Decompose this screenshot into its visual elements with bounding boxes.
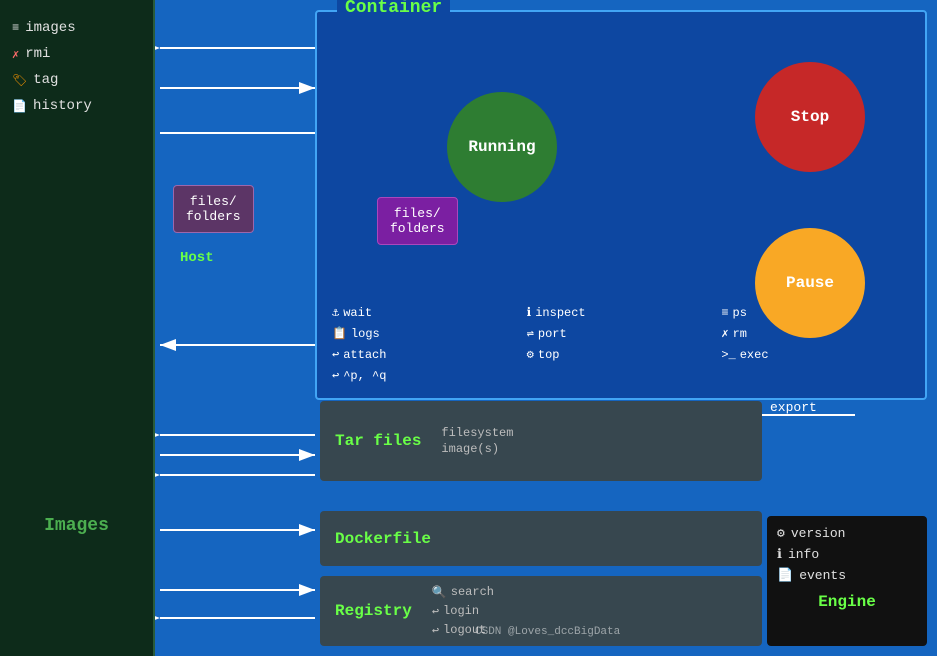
info-circle-icon: ℹ xyxy=(777,547,782,562)
inspect-cmd: ℹ inspect xyxy=(527,305,716,320)
engine-title: Engine xyxy=(777,593,917,611)
info-item: ℹ info xyxy=(777,547,917,562)
images-section-label: Images xyxy=(44,516,109,536)
sidebar-item-rmi[interactable]: ✗ rmi xyxy=(12,46,141,62)
sidebar-item-rmi-label: rmi xyxy=(25,46,50,62)
info-icon: ℹ xyxy=(527,305,532,320)
port-cmd: ⇌ port xyxy=(527,326,716,341)
list-icon2: ≡ xyxy=(721,306,728,320)
container-title: Container xyxy=(337,0,450,18)
login-cmd: ↩ login xyxy=(432,604,494,619)
tag-icon: 🏷 xyxy=(12,73,27,88)
caret-icon: ↩ xyxy=(332,368,339,383)
logs-icon: 📋 xyxy=(332,326,347,341)
x-icon: ✗ xyxy=(12,47,19,62)
ps-cmd: ≡ ps xyxy=(721,305,910,320)
attach-icon: ↩ xyxy=(332,347,339,362)
tar-files-title: Tar files xyxy=(335,432,421,450)
list-icon: ≡ xyxy=(12,21,19,35)
exec-cmd: >_ exec xyxy=(721,347,910,362)
tar-files-section: Tar files filesystem image(s) xyxy=(320,401,762,481)
document-icon: 📄 xyxy=(12,99,27,114)
events-item: 📄 events xyxy=(777,568,917,583)
files-folders-host: files/ folders xyxy=(173,185,254,233)
logout-icon: ↩ xyxy=(432,623,439,638)
main-container: ≡ images ✗ rmi 🏷 tag 📄 history Images xyxy=(0,0,937,656)
svg-text:export: export xyxy=(770,400,817,415)
caret-pq-cmd: ↩ ^p, ^q xyxy=(332,368,521,383)
sidebar-item-history[interactable]: 📄 history xyxy=(12,98,141,114)
attach-cmd: ↩ attach xyxy=(332,347,521,362)
exec-icon: >_ xyxy=(721,348,735,362)
top-icon: ⚙ xyxy=(527,347,534,362)
rm-cmd: ✗ rm xyxy=(721,326,910,341)
dockerfile-title: Dockerfile xyxy=(335,530,431,548)
host-label: Host xyxy=(180,250,214,266)
sidebar: ≡ images ✗ rmi 🏷 tag 📄 history Images xyxy=(0,0,155,656)
container-section: Container Running Stop Pause files/ fold… xyxy=(315,10,927,400)
tar-files-items: filesystem image(s) xyxy=(441,426,513,456)
wait-cmd: ⚓ wait xyxy=(332,305,521,320)
gear-icon: ⚙ xyxy=(777,526,785,541)
dockerfile-section: Dockerfile xyxy=(320,511,762,566)
stop-state: Stop xyxy=(755,62,865,172)
events-icon: 📄 xyxy=(777,568,793,583)
sidebar-item-images-label: images xyxy=(25,20,75,36)
running-state: Running xyxy=(447,92,557,202)
sidebar-items: ≡ images ✗ rmi 🏷 tag 📄 history xyxy=(12,20,141,114)
sidebar-item-tag[interactable]: 🏷 tag xyxy=(12,72,141,88)
login-icon: ↩ xyxy=(432,604,439,619)
sidebar-item-images[interactable]: ≡ images xyxy=(12,20,141,36)
engine-box: ⚙ version ℹ info 📄 events Engine xyxy=(767,516,927,646)
search-cmd: 🔍 search xyxy=(432,585,494,600)
watermark: CSDN @Loves_dccBigData xyxy=(475,626,620,638)
version-item: ⚙ version xyxy=(777,526,917,541)
registry-title: Registry xyxy=(335,602,412,620)
rm-icon: ✗ xyxy=(721,326,728,341)
port-icon: ⇌ xyxy=(527,326,534,341)
commands-area: ⚓ wait ℹ inspect ≡ ps 📋 logs ⇌ port xyxy=(332,305,910,383)
content-area: commit create run start kill, stop unpau… xyxy=(155,0,937,656)
files-folders-container: files/ folders xyxy=(377,197,458,245)
logs-cmd: 📋 logs xyxy=(332,326,521,341)
top-cmd: ⚙ top xyxy=(527,347,716,362)
search-icon: 🔍 xyxy=(432,585,447,600)
sidebar-item-history-label: history xyxy=(33,98,92,114)
sidebar-item-tag-label: tag xyxy=(33,72,58,88)
anchor-icon: ⚓ xyxy=(332,305,339,320)
